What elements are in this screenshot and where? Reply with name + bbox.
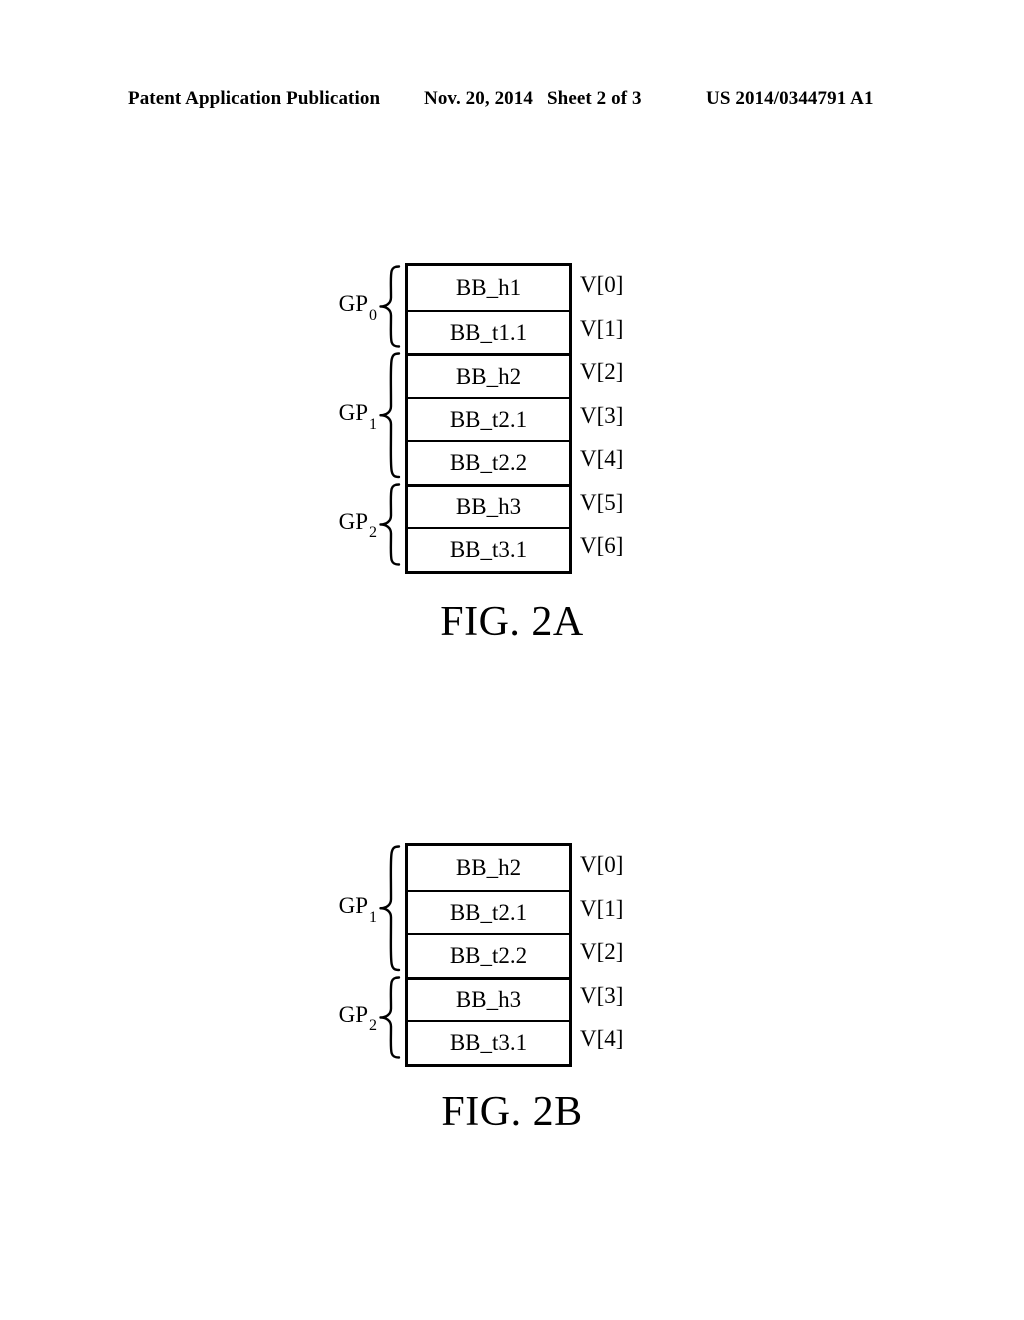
basic-block-label: BB_t2.1 xyxy=(449,406,528,432)
basic-block-group: GP2 xyxy=(0,974,405,1061)
basic-block-row: BB_h3 xyxy=(408,483,569,527)
group-brace-icon xyxy=(378,264,402,349)
group-brace-icon xyxy=(378,975,402,1060)
group-label-subscript: 0 xyxy=(369,306,377,324)
vector-index-label: V[2] xyxy=(580,359,624,385)
basic-block-row: BB_t1.1 xyxy=(408,309,569,353)
vector-index-label: V[6] xyxy=(580,533,624,559)
page-header: Patent Application Publication Nov. 20, … xyxy=(0,88,1024,114)
basic-block-row: BB_h2 xyxy=(408,846,569,890)
header-publication-label: Patent Application Publication xyxy=(128,88,381,109)
group-brace-column-2b: GP1 GP2 xyxy=(0,843,405,1061)
basic-block-label: BB_t2.2 xyxy=(449,943,528,969)
basic-block-row: BB_t2.2 xyxy=(408,933,569,977)
vector-index-label: V[3] xyxy=(580,402,624,428)
basic-block-label: BB_t1.1 xyxy=(449,319,528,345)
group-label-base: GP xyxy=(338,399,368,425)
vector-index-label: V[5] xyxy=(580,489,624,515)
basic-block-group: GP1 xyxy=(0,843,405,974)
basic-block-row: BB_h2 xyxy=(408,353,569,397)
group-brace-column-2a: GP0 GP1 GP2 xyxy=(0,263,405,568)
group-label-subscript: 2 xyxy=(369,524,377,542)
basic-block-label: BB_h2 xyxy=(455,363,522,389)
group-label: GP1 xyxy=(338,399,377,433)
group-label-base: GP xyxy=(338,508,368,534)
vector-index-label: V[1] xyxy=(580,315,624,341)
basic-block-row: BB_h1 xyxy=(408,266,569,310)
basic-block-label: BB_h2 xyxy=(455,855,522,881)
basic-block-row: BB_t2.1 xyxy=(408,889,569,933)
group-label-base: GP xyxy=(338,892,368,918)
group-label-base: GP xyxy=(338,1001,368,1027)
group-brace-icon xyxy=(378,482,402,567)
group-label-base: GP xyxy=(338,291,368,317)
vector-index-column-2a: V[0] V[1] V[2] V[3] V[4] V[5] V[6] xyxy=(580,263,700,568)
basic-block-label: BB_t3.1 xyxy=(449,537,528,563)
group-brace-icon xyxy=(378,351,402,480)
header-date-label: Nov. 20, 2014 xyxy=(424,88,533,109)
basic-block-group: GP0 xyxy=(0,263,405,350)
group-brace-icon xyxy=(378,844,402,973)
basic-block-label: BB_h1 xyxy=(455,275,522,301)
figure-caption-2b: FIG. 2B xyxy=(441,1089,583,1135)
vector-index-label: V[0] xyxy=(580,272,624,298)
basic-block-label: BB_t2.1 xyxy=(449,899,528,925)
basic-block-group: GP2 xyxy=(0,481,405,568)
basic-block-group: GP1 xyxy=(0,350,405,481)
group-label-subscript: 1 xyxy=(369,908,377,926)
figure-caption-2a: FIG. 2A xyxy=(440,599,584,645)
header-sheet-label: Sheet 2 of 3 xyxy=(546,88,642,109)
basic-block-label: BB_h3 xyxy=(455,494,522,520)
vector-index-label: V[1] xyxy=(580,895,624,921)
vector-index-label: V[2] xyxy=(580,939,624,965)
group-label: GP1 xyxy=(338,892,377,926)
group-label: GP0 xyxy=(338,291,377,324)
basic-block-label: BB_t2.2 xyxy=(449,450,528,476)
group-label: GP2 xyxy=(338,508,377,542)
header-patent-number-label: US 2014/0344791 A1 xyxy=(706,88,874,109)
basic-block-row: BB_t2.2 xyxy=(408,440,569,484)
basic-block-stack-2b: BB_h2 BB_t2.1 BB_t2.2 BB_h3 BB_t3.1 xyxy=(405,843,572,1067)
vector-index-column-2b: V[0] V[1] V[2] V[3] V[4] xyxy=(580,843,700,1061)
vector-index-label: V[4] xyxy=(580,446,624,472)
basic-block-row: BB_h3 xyxy=(408,976,569,1020)
basic-block-stack-2a: BB_h1 BB_t1.1 BB_h2 BB_t2.1 BB_t2.2 BB_h3 BB_t… xyxy=(405,263,572,574)
vector-index-label: V[3] xyxy=(580,982,624,1008)
group-label-subscript: 2 xyxy=(369,1017,377,1035)
header-date-sheet: Nov. 20, 2014 Sheet 2 of 3 xyxy=(424,88,642,110)
group-label: GP2 xyxy=(338,1001,377,1035)
basic-block-row: BB_t3.1 xyxy=(408,527,569,571)
basic-block-row: BB_t2.1 xyxy=(408,396,569,440)
group-label-subscript: 1 xyxy=(369,415,377,433)
basic-block-row: BB_t3.1 xyxy=(408,1020,569,1064)
basic-block-label: BB_h3 xyxy=(455,987,522,1013)
vector-index-label: V[4] xyxy=(580,1026,624,1052)
basic-block-label: BB_t3.1 xyxy=(449,1030,528,1056)
vector-index-label: V[0] xyxy=(580,852,624,878)
